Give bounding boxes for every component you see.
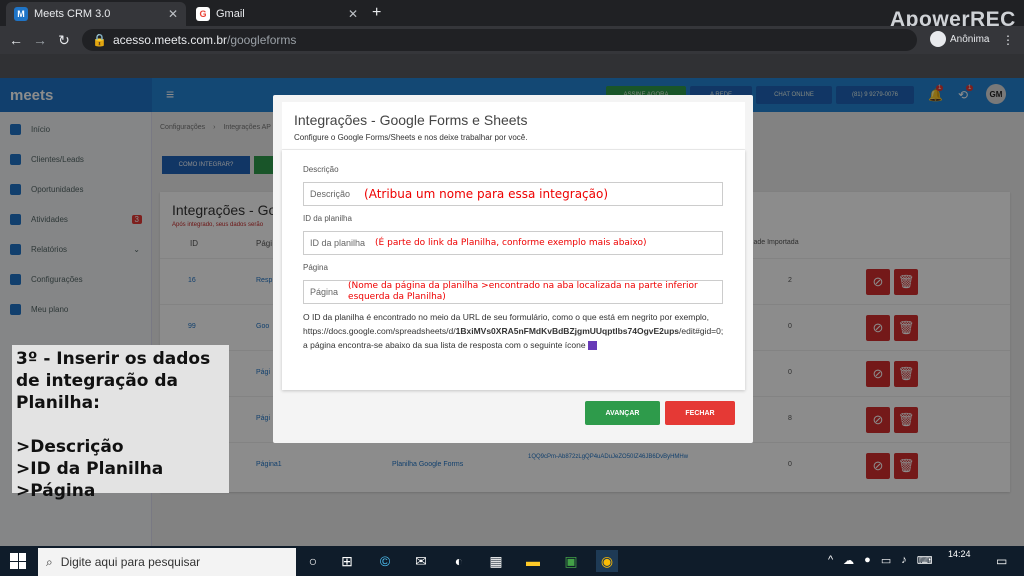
description-note: (Atribua um nome para essa integração) — [364, 187, 609, 201]
tab-meets[interactable]: M Meets CRM 3.0 ✕ — [6, 2, 186, 26]
task-view-icon[interactable]: ○ — [302, 550, 324, 572]
incognito-profile[interactable]: Anônima — [930, 31, 989, 47]
tab-label: Gmail — [216, 8, 245, 20]
volume-icon: ♪ — [901, 554, 907, 566]
sheet-id-field[interactable]: ID da planilha (É parte do link da Plani… — [303, 231, 723, 255]
calculator-icon[interactable]: ▦ — [485, 550, 507, 572]
modal-body: Descrição Descrição (Atribua um nome par… — [282, 150, 745, 390]
clock[interactable]: 14:24 — [948, 549, 971, 559]
sheets-icon[interactable]: ▣ — [560, 550, 582, 572]
modal-subtitle: Configure o Google Forms/Sheets e nos de… — [294, 133, 528, 142]
tab-label: Meets CRM 3.0 — [34, 8, 111, 20]
google-favicon-icon: G — [196, 7, 210, 21]
note-item: >ID da Planilha — [16, 459, 164, 479]
forms-icon — [587, 341, 597, 351]
sheet-id-note: (É parte do link da Planilha, conforme e… — [375, 238, 647, 248]
tray-up-icon: ^ — [828, 554, 834, 566]
taskbar-search[interactable]: ⌕ Digite aqui para pesquisar — [38, 548, 296, 576]
help-line-1: O ID da planilha é encontrado no meio da… — [303, 312, 710, 322]
menu-icon[interactable]: ⋮ — [998, 30, 1018, 50]
url-path: /googleforms — [227, 33, 297, 47]
file-explorer-icon[interactable]: ▬ — [522, 550, 544, 572]
page-placeholder: Página — [310, 287, 339, 297]
page-note: (Nome da página da planilha >encontrado … — [348, 281, 698, 302]
new-tab-button[interactable]: + — [372, 4, 381, 22]
description-label: Descrição — [303, 165, 339, 174]
notifications-icon[interactable]: ▭ — [996, 554, 1007, 568]
lock-icon: 🔒 — [92, 33, 107, 47]
back-icon[interactable]: ← — [6, 30, 26, 50]
system-tray[interactable]: ^ ☁ ● ▭ ♪ ⌨ — [828, 554, 933, 567]
toolbar: ← → ↻ 🔒 acesso.meets.com.br/googleforms … — [0, 26, 1024, 54]
meets-favicon-icon: M — [14, 7, 28, 21]
sheet-id-label: ID da planilha — [303, 214, 352, 223]
page-field[interactable]: Página (Nome da página da planilha >enco… — [303, 280, 723, 304]
chrome-icon[interactable]: ◉ — [596, 550, 618, 572]
search-icon: ⌕ — [46, 554, 53, 569]
tab-gmail[interactable]: G Gmail ✕ — [188, 2, 366, 26]
incognito-icon — [930, 31, 946, 47]
mic-icon: ● — [864, 554, 871, 566]
note-title: 3º - Inserir os dados de integração da P… — [16, 349, 211, 413]
url-host: acesso.meets.com.br — [112, 33, 227, 47]
help-line-2: a página encontra-se abaixo da sua lista… — [303, 340, 586, 350]
app-c-icon[interactable]: © — [374, 550, 396, 572]
description-placeholder: Descrição — [310, 189, 351, 199]
note-item: >Descrição — [16, 437, 124, 457]
modal-title: Integrações - Google Forms e Sheets — [294, 112, 528, 128]
help-url-id: 1BxiMVs0XRA5nFMdKvBdBZjgmUUqptlbs74OgvE2… — [455, 326, 680, 336]
sheet-id-placeholder: ID da planilha — [310, 238, 366, 248]
note-item: >Página — [16, 481, 96, 501]
search-placeholder: Digite aqui para pesquisar — [60, 555, 201, 569]
instruction-note: 3º - Inserir os dados de integração da P… — [12, 345, 229, 501]
keyboard-icon: ⌨ — [916, 555, 933, 567]
paint-icon[interactable]: ◐ — [448, 550, 470, 572]
profile-label: Anônima — [950, 33, 990, 45]
windows-start-icon[interactable] — [10, 553, 26, 569]
fechar-button[interactable]: FECHAR — [665, 401, 735, 425]
reload-icon[interactable]: ↻ — [54, 30, 74, 50]
help-url-prefix: https://docs.google.com/spreadsheets/d/ — [303, 326, 456, 336]
mail-icon[interactable]: ✉ — [410, 550, 432, 572]
forward-icon[interactable]: → — [30, 30, 50, 50]
browser-bookmark-strip — [0, 54, 1024, 78]
address-bar[interactable]: 🔒 acesso.meets.com.br/googleforms — [82, 29, 917, 51]
modal-header: Integrações - Google Forms e Sheets Conf… — [282, 102, 745, 150]
page-label: Página — [303, 263, 328, 272]
cloud-icon: ☁ — [843, 555, 855, 567]
description-field[interactable]: Descrição (Atribua um nome para essa int… — [303, 182, 723, 206]
close-tab-icon[interactable]: ✕ — [348, 7, 358, 21]
timeline-icon[interactable]: ⊞ — [336, 550, 358, 572]
help-url-suffix: /edit#gid=0; — [679, 326, 724, 336]
network-icon: ▭ — [880, 555, 892, 567]
close-tab-icon[interactable]: ✕ — [168, 7, 178, 21]
help-text: O ID da planilha é encontrado no meio da… — [303, 310, 723, 352]
avancar-button[interactable]: AVANÇAR — [585, 401, 660, 425]
